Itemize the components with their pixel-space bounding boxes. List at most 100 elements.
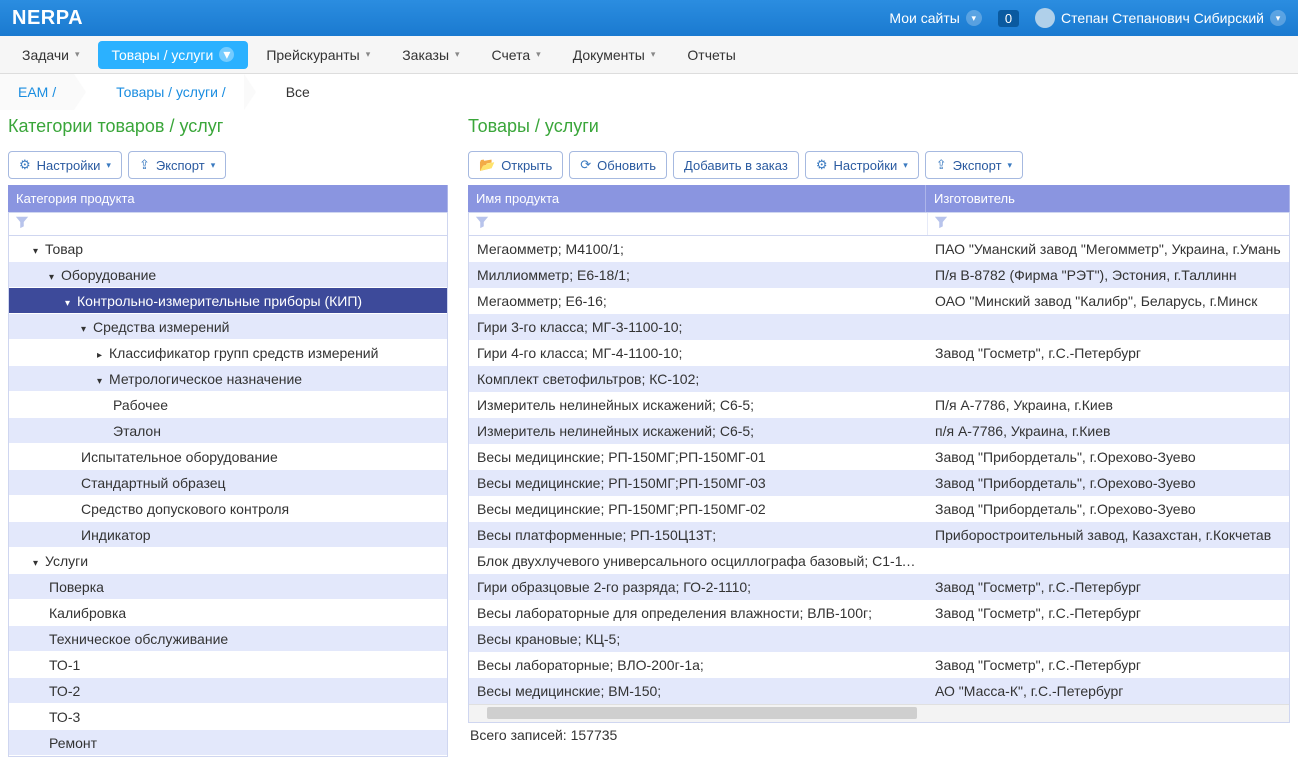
tree-node[interactable]: Стандартный образец <box>9 470 447 496</box>
categories-header: Категория продукта <box>8 185 448 212</box>
table-row[interactable]: Весы платформенные; РП-150Ц13Т;Приборост… <box>469 522 1289 548</box>
tree-node[interactable]: Средство допускового контроля <box>9 496 447 522</box>
table-row[interactable]: Весы крановые; КЦ-5; <box>469 626 1289 652</box>
table-row[interactable]: Весы медицинские; РП-150МГ;РП-150МГ-03За… <box>469 470 1289 496</box>
tree-toggle-icon[interactable]: ▾ <box>33 558 43 569</box>
breadcrumb-section[interactable]: Товары / услуги / <box>98 74 244 110</box>
tree-node[interactable]: ▾Метрологическое назначение <box>9 366 447 392</box>
product-name-cell: Измеритель нелинейных искажений; С6-5; <box>469 423 927 439</box>
breadcrumb-root[interactable]: EAM / <box>0 74 74 110</box>
tree-node[interactable]: ▾Средства измерений <box>9 314 447 340</box>
settings-button[interactable]: ⚙Настройки▾ <box>8 151 122 179</box>
tree-toggle-icon[interactable]: ▸ <box>97 350 107 361</box>
tree-node[interactable]: ТО-1 <box>9 652 447 678</box>
tree-node-label: ТО-3 <box>49 709 80 725</box>
menu-item[interactable]: Документы ▾ <box>559 41 670 69</box>
topbar: NERPA Мои сайты ▾ 0 Степан Степанович Си… <box>0 0 1298 36</box>
settings-button[interactable]: ⚙Настройки▾ <box>805 151 919 179</box>
table-row[interactable]: Гири образцовые 2-го разряда; ГО-2-1110;… <box>469 574 1289 600</box>
table-row[interactable]: Измеритель нелинейных искажений; С6-5;П/… <box>469 392 1289 418</box>
notification-badge[interactable]: 0 <box>998 10 1019 27</box>
menu-item[interactable]: Прейскуранты▾ <box>252 41 384 69</box>
add-to-order-button[interactable]: Добавить в заказ <box>673 151 799 179</box>
tree-node[interactable]: ТО-2 <box>9 678 447 704</box>
tree-toggle-icon[interactable]: ▾ <box>81 324 91 335</box>
menu-item[interactable]: Заказы▾ <box>388 41 473 69</box>
menu-item-label: Документы <box>573 47 645 63</box>
tree-node[interactable]: Испытательное оборудование <box>9 444 447 470</box>
breadcrumb: EAM / Товары / услуги / Все <box>0 74 1298 110</box>
product-name-column[interactable]: Имя продукта <box>468 185 926 212</box>
product-name-cell: Весы медицинские; РП-150МГ;РП-150МГ-03 <box>469 475 927 491</box>
menu-item[interactable]: Товары / услуги▾ <box>98 41 249 69</box>
tree-toggle-icon[interactable]: ▾ <box>97 376 107 387</box>
filter-name-cell[interactable] <box>469 213 927 235</box>
tree-node[interactable]: ▾Услуги <box>9 548 447 574</box>
category-tree: ▾Товар▾Оборудование▾Контрольно-измерител… <box>8 236 448 757</box>
table-row[interactable]: Миллиомметр; Е6-18/1;П/я В-8782 (Фирма "… <box>469 262 1289 288</box>
tree-node[interactable]: ▾Оборудование <box>9 262 447 288</box>
brand-logo[interactable]: NERPA <box>12 7 83 30</box>
refresh-button[interactable]: ⟳Обновить <box>569 151 667 179</box>
manufacturer-cell: Завод "Госметр", г.С.-Петербург <box>927 605 1289 621</box>
menu-item[interactable]: Задачи▾ <box>8 41 94 69</box>
menu-item[interactable]: Счета▾ <box>478 41 555 69</box>
user-menu[interactable]: Степан Степанович Сибирский ▾ <box>1035 8 1286 28</box>
table-row[interactable]: Комплект светофильтров; КС-102; <box>469 366 1289 392</box>
tree-node[interactable]: Рабочее <box>9 392 447 418</box>
manufacturer-cell: П/я А-7786, Украина, г.Киев <box>927 397 1289 413</box>
table-row[interactable]: Весы лабораторные; ВЛО-200г-1а;Завод "Го… <box>469 652 1289 678</box>
tree-node-label: Оборудование <box>61 267 156 283</box>
table-row[interactable]: Весы медицинские; ВМ-150;АО "Масса-К", г… <box>469 678 1289 704</box>
tree-node-label: Стандартный образец <box>81 475 226 491</box>
tree-node[interactable]: Индикатор <box>9 522 447 548</box>
table-row[interactable]: Блок двухлучевого универсального осцилло… <box>469 548 1289 574</box>
product-name-cell: Весы лабораторные для определения влажно… <box>469 605 927 621</box>
tree-node[interactable]: ▸Классификатор групп средств измерений <box>9 340 447 366</box>
filter-mfr-cell[interactable] <box>927 213 1289 235</box>
refresh-label: Обновить <box>597 158 656 173</box>
tree-toggle-icon[interactable]: ▾ <box>33 246 43 257</box>
table-row[interactable]: Весы медицинские; РП-150МГ;РП-150МГ-01За… <box>469 444 1289 470</box>
open-button[interactable]: 📂Открыть <box>468 151 563 179</box>
category-column-header[interactable]: Категория продукта <box>8 185 448 212</box>
filter-icon[interactable] <box>9 213 35 235</box>
tree-node-label: Рабочее <box>113 397 168 413</box>
tree-node[interactable]: ▾Контрольно-измерительные приборы (КИП) <box>9 288 447 314</box>
export-button[interactable]: ⇪Экспорт▾ <box>925 151 1023 179</box>
export-label: Экспорт <box>156 158 205 173</box>
product-name-cell: Гири образцовые 2-го разряда; ГО-2-1110; <box>469 579 927 595</box>
tree-node[interactable]: ▾Товар <box>9 236 447 262</box>
table-row[interactable]: Гири 3-го класса; МГ-3-1100-10; <box>469 314 1289 340</box>
categories-panel: Категории товаров / услуг ⚙Настройки▾ ⇪Э… <box>8 110 448 757</box>
tree-node[interactable]: Эталон <box>9 418 447 444</box>
tree-node[interactable]: Поверка <box>9 574 447 600</box>
horizontal-scrollbar[interactable] <box>469 704 1289 722</box>
tree-node[interactable]: Ремонт <box>9 730 447 756</box>
table-row[interactable]: Весы медицинские; РП-150МГ;РП-150МГ-02За… <box>469 496 1289 522</box>
export-icon: ⇪ <box>139 157 150 173</box>
menu-item[interactable]: Отчеты <box>673 41 749 69</box>
tree-toggle-icon[interactable]: ▾ <box>49 272 59 283</box>
username: Степан Степанович Сибирский <box>1061 10 1264 26</box>
tree-node[interactable]: ТО-3 <box>9 704 447 730</box>
products-header: Имя продукта Изготовитель <box>468 185 1290 212</box>
tree-node[interactable]: Калибровка <box>9 600 447 626</box>
table-row[interactable]: Весы лабораторные для определения влажно… <box>469 600 1289 626</box>
table-row[interactable]: Измеритель нелинейных искажений; С6-5;п/… <box>469 418 1289 444</box>
tree-node-label: Средства измерений <box>93 319 230 335</box>
manufacturer-column[interactable]: Изготовитель <box>926 185 1290 212</box>
export-button[interactable]: ⇪Экспорт▾ <box>128 151 226 179</box>
settings-label: Настройки <box>833 158 897 173</box>
menu-item-label: Отчеты <box>687 47 735 63</box>
chevron-down-icon: ▾ <box>903 160 908 171</box>
tree-toggle-icon[interactable]: ▾ <box>65 298 75 309</box>
table-row[interactable]: Мегаомметр; Е6-16;ОАО "Минский завод "Ка… <box>469 288 1289 314</box>
product-name-cell: Мегаомметр; Е6-16; <box>469 293 927 309</box>
tree-node-label: Классификатор групп средств измерений <box>109 345 378 361</box>
chevron-down-icon: ▾ <box>651 49 656 60</box>
table-row[interactable]: Мегаомметр; М4100/1;ПАО "Уманский завод … <box>469 236 1289 262</box>
table-row[interactable]: Гири 4-го класса; МГ-4-1100-10;Завод "Го… <box>469 340 1289 366</box>
tree-node[interactable]: Техническое обслуживание <box>9 626 447 652</box>
mysites-menu[interactable]: Мои сайты ▾ <box>889 10 981 26</box>
